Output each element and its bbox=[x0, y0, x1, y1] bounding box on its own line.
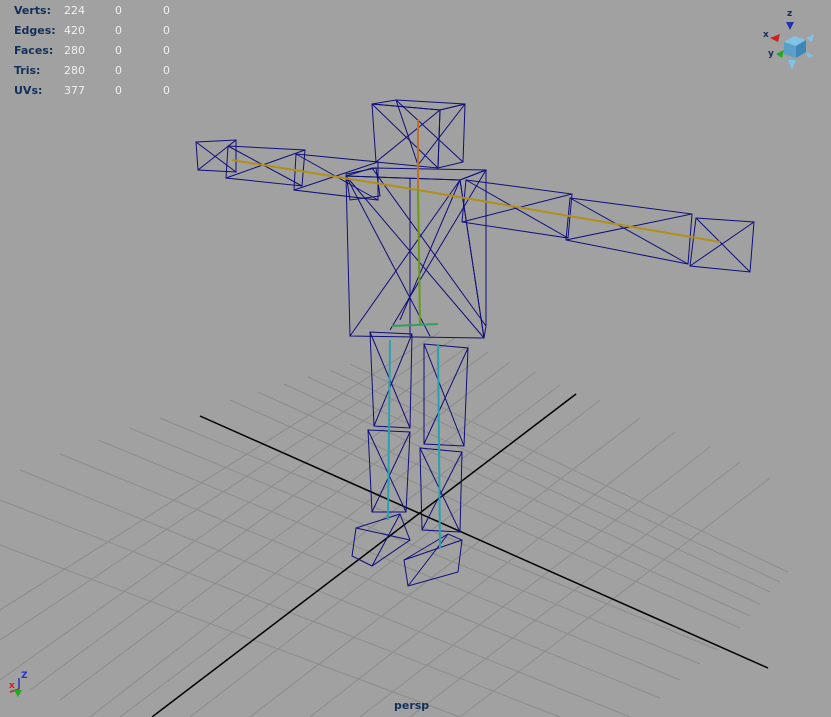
hud-value: 280 bbox=[64, 44, 85, 57]
hud-row-tris: Tris: 280 0 0 bbox=[14, 61, 184, 81]
view-cube[interactable]: z x y bbox=[763, 9, 814, 70]
view-cube-x-label: x bbox=[763, 30, 769, 40]
hud-value: 280 bbox=[64, 64, 85, 77]
origin-axis-x-label: x bbox=[9, 681, 15, 691]
hud-value: 0 bbox=[163, 4, 170, 17]
hud-value: 0 bbox=[163, 44, 170, 57]
view-cube-x-cone bbox=[770, 34, 780, 42]
hud-row-faces: Faces: 280 0 0 bbox=[14, 41, 184, 61]
hud-value: 0 bbox=[163, 84, 170, 97]
view-cube-y-label: y bbox=[768, 49, 774, 59]
view-cube-y-cone bbox=[776, 50, 784, 58]
hud-label: Edges: bbox=[14, 24, 56, 37]
hud-value: 224 bbox=[64, 4, 85, 17]
hud-value: 420 bbox=[64, 24, 85, 37]
hud-value: 0 bbox=[163, 64, 170, 77]
skeleton-joints[interactable] bbox=[231, 120, 721, 549]
hud-value: 0 bbox=[115, 64, 122, 77]
perspective-viewport[interactable]: z x y Z x Verts: 224 0 0 Edges: 420 0 0 … bbox=[0, 0, 831, 717]
hud-label: Faces: bbox=[14, 44, 54, 57]
view-cube-z-cone bbox=[786, 22, 794, 30]
origin-axis-z-label: Z bbox=[21, 671, 28, 681]
hud-label: UVs: bbox=[14, 84, 43, 97]
hud-value: 0 bbox=[115, 24, 122, 37]
poly-count-hud: Verts: 224 0 0 Edges: 420 0 0 Faces: 280… bbox=[14, 1, 184, 101]
hud-label: Verts: bbox=[14, 4, 52, 17]
hud-value: 0 bbox=[115, 44, 122, 57]
hud-value: 377 bbox=[64, 84, 85, 97]
hud-row-verts: Verts: 224 0 0 bbox=[14, 1, 184, 21]
hud-label: Tris: bbox=[14, 64, 41, 77]
origin-axis-indicator: Z x bbox=[9, 671, 28, 697]
character-wireframe[interactable] bbox=[195, 99, 755, 587]
view-cube-z-label: z bbox=[787, 9, 792, 19]
hud-row-uvs: UVs: 377 0 0 bbox=[14, 81, 184, 101]
hud-value: 0 bbox=[115, 4, 122, 17]
hud-value: 0 bbox=[163, 24, 170, 37]
right-arm-mesh bbox=[461, 179, 755, 273]
camera-name-label: persp bbox=[394, 699, 430, 712]
hud-row-edges: Edges: 420 0 0 bbox=[14, 21, 184, 41]
hud-value: 0 bbox=[115, 84, 122, 97]
scene-canvas[interactable]: z x y Z x bbox=[0, 0, 831, 717]
